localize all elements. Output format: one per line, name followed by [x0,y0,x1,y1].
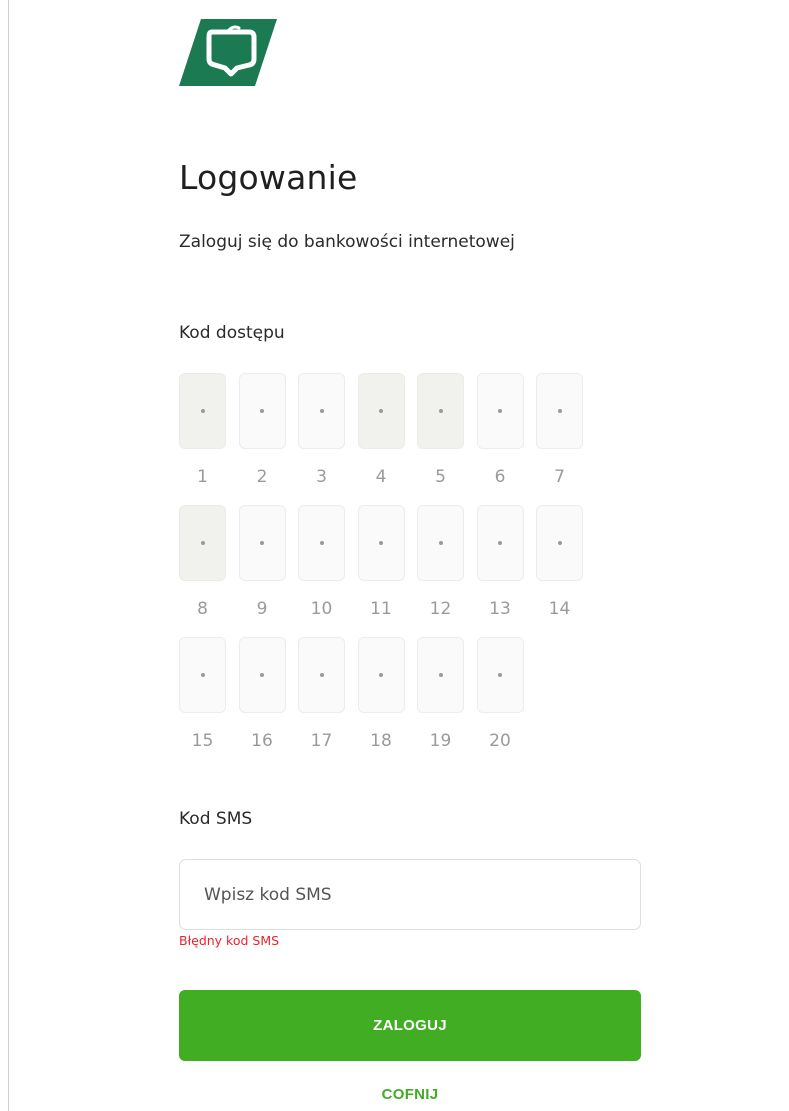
access-code-label: Kod dostępu [179,323,285,343]
code-digit-field [417,505,464,581]
code-position-number: 18 [370,731,392,751]
sms-code-input[interactable] [179,859,641,930]
masked-dot-icon [438,541,443,545]
code-position-17: 17 [298,637,345,751]
masked-dot-icon [379,409,383,413]
code-digit-field[interactable] [417,373,464,449]
code-position-number: 14 [548,599,571,619]
masked-dot-icon [379,541,383,545]
code-position-number: 5 [435,467,446,487]
code-position-5: 5 [417,373,464,487]
code-position-8: 8 [179,505,226,619]
code-position-number: 10 [310,599,333,619]
code-digit-field [476,637,524,713]
masked-dot-icon [200,673,205,677]
sms-error-message: Błędny kod SMS [179,933,280,948]
code-position-6: 6 [476,373,524,487]
masked-dot-icon [200,409,205,413]
access-code-grid: 1 2 3 4 5 6 7 8 9 10 11 12 13 14 15 16 17 18 19 20 [179,373,599,763]
code-position-number: 20 [489,731,511,751]
code-digit-field[interactable] [179,505,226,581]
code-position-4: 4 [357,373,405,487]
code-digit-field [298,373,345,449]
code-digit-field[interactable] [357,373,405,449]
masked-dot-icon [200,541,205,545]
code-position-11: 11 [357,505,405,619]
masked-dot-icon [438,673,443,677]
code-digit-field [238,505,286,581]
code-position-3: 3 [298,373,345,487]
code-position-number: 15 [191,731,214,751]
code-position-7: 7 [536,373,583,487]
code-position-number: 6 [494,467,506,487]
back-link[interactable]: COFNIJ [179,1086,641,1103]
masked-dot-icon [260,673,264,677]
code-digit-field[interactable] [179,373,226,449]
login-button[interactable]: ZALOGUJ [179,990,641,1061]
code-position-16: 16 [238,637,286,751]
code-position-number: 1 [197,467,208,487]
code-position-number: 2 [256,467,268,487]
code-position-20: 20 [476,637,524,751]
code-position-number: 16 [251,731,273,751]
code-position-number: 19 [429,731,452,751]
masked-dot-icon [260,541,264,545]
code-digit-field [536,373,583,449]
code-position-18: 18 [357,637,405,751]
code-position-9: 9 [238,505,286,619]
code-digit-field [536,505,583,581]
page-subtitle: Zaloguj się do bankowości internetowej [179,232,515,252]
sms-code-label: Kod SMS [179,809,253,829]
code-position-number: 11 [370,599,392,619]
masked-dot-icon [319,409,324,413]
page-title: Logowanie [179,158,358,197]
code-position-number: 8 [197,599,208,619]
code-position-number: 3 [316,467,327,487]
bank-logo-icon [179,19,277,86]
code-position-number: 12 [429,599,452,619]
code-position-1: 1 [179,373,226,487]
code-position-number: 9 [256,599,268,619]
code-digit-field [476,505,524,581]
masked-dot-icon [438,409,443,413]
masked-dot-icon [379,673,383,677]
masked-dot-icon [498,541,502,545]
code-digit-field [238,637,286,713]
code-digit-field [476,373,524,449]
masked-dot-icon [498,409,502,413]
masked-dot-icon [260,409,264,413]
masked-dot-icon [557,541,562,545]
masked-dot-icon [319,541,324,545]
code-digit-field [298,637,345,713]
code-position-number: 13 [489,599,511,619]
code-position-13: 13 [476,505,524,619]
masked-dot-icon [557,409,562,413]
code-position-12: 12 [417,505,464,619]
window-border [8,0,9,1111]
code-position-2: 2 [238,373,286,487]
masked-dot-icon [498,673,502,677]
code-position-number: 4 [375,467,387,487]
code-digit-field [298,505,345,581]
code-digit-field [238,373,286,449]
code-position-14: 14 [536,505,583,619]
code-position-19: 19 [417,637,464,751]
code-position-10: 10 [298,505,345,619]
code-position-15: 15 [179,637,226,751]
code-digit-field [357,637,405,713]
code-digit-field [357,505,405,581]
masked-dot-icon [319,673,324,677]
code-position-number: 17 [310,731,333,751]
code-position-number: 7 [554,467,565,487]
code-digit-field [179,637,226,713]
code-digit-field [417,637,464,713]
